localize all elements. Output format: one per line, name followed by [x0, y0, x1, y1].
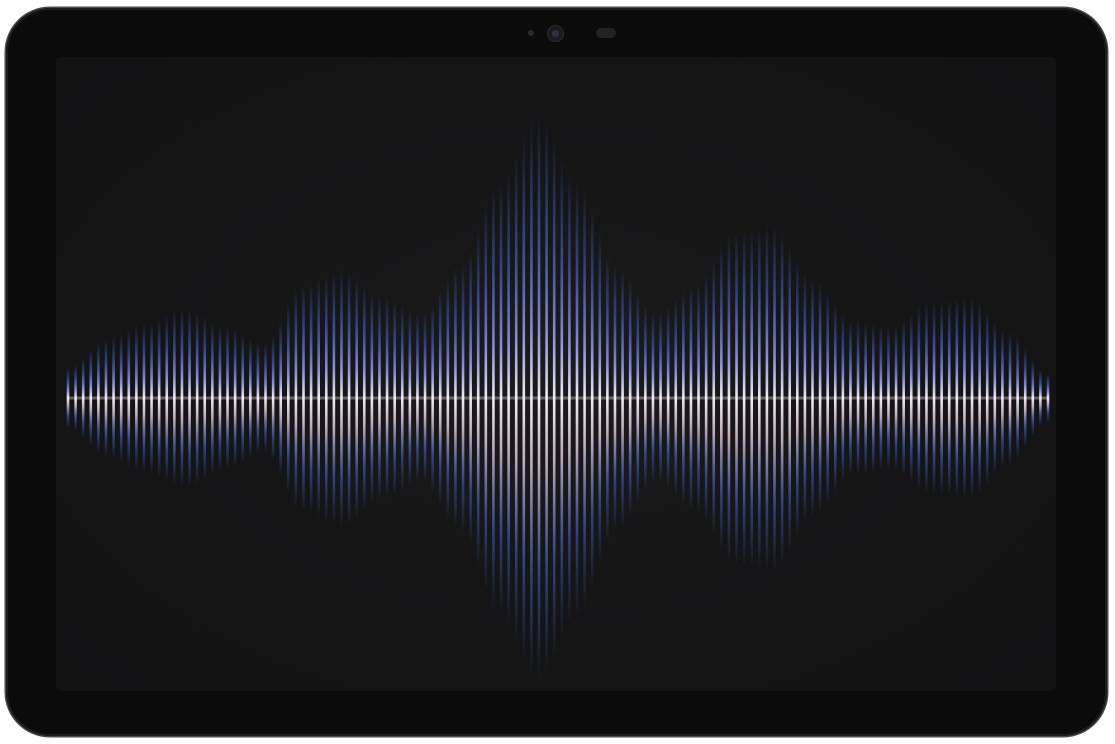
- waveform-visualization: [66, 113, 1050, 683]
- front-camera-icon: [548, 26, 563, 41]
- camera-bar: [6, 26, 1107, 41]
- waveform-center-line: [68, 396, 1048, 400]
- light-sensor-icon: [596, 28, 616, 38]
- tablet-screen: [56, 57, 1056, 691]
- tablet-device: [6, 8, 1107, 736]
- proximity-sensor-icon: [528, 30, 534, 36]
